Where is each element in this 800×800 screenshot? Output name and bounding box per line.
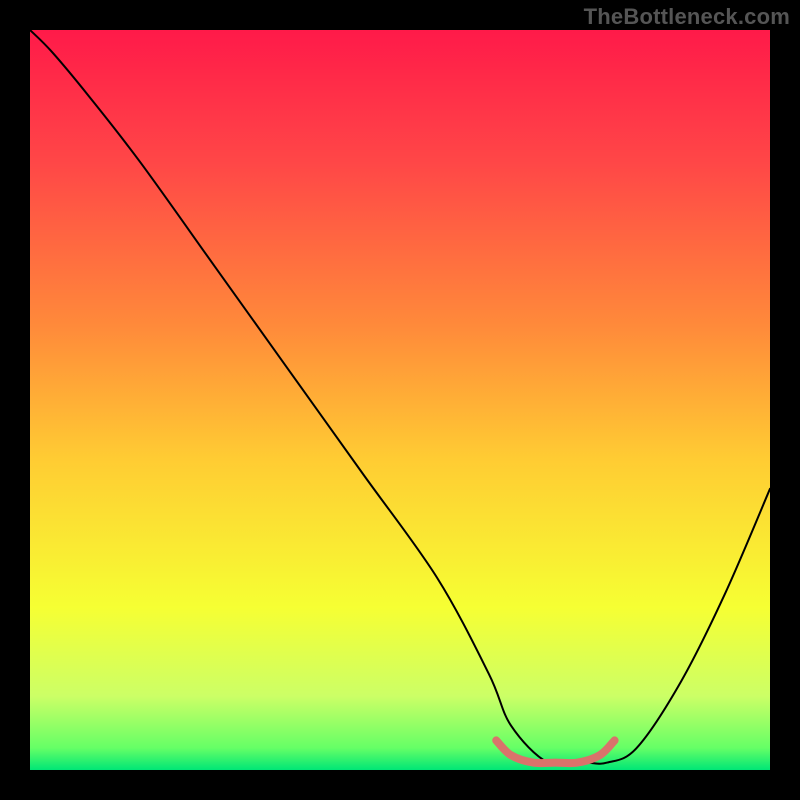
chart-frame [30, 30, 770, 770]
gradient-background [30, 30, 770, 770]
watermark-text: TheBottleneck.com [584, 4, 790, 30]
chart-plot [30, 30, 770, 770]
